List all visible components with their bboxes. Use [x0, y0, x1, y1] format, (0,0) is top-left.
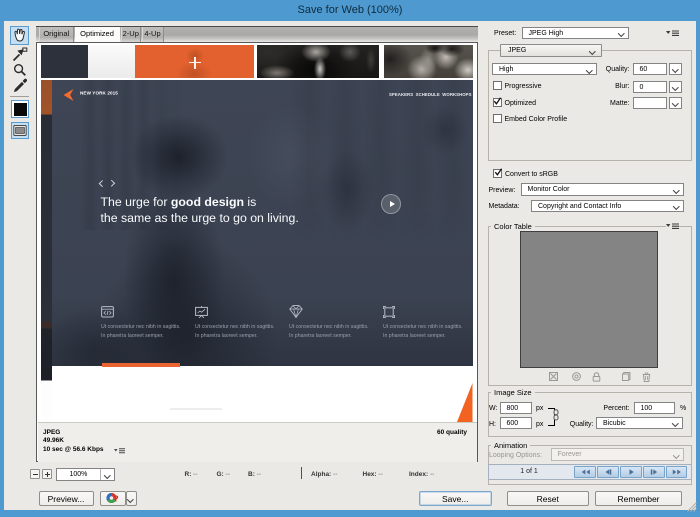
svg-text:?: ?	[113, 494, 118, 504]
